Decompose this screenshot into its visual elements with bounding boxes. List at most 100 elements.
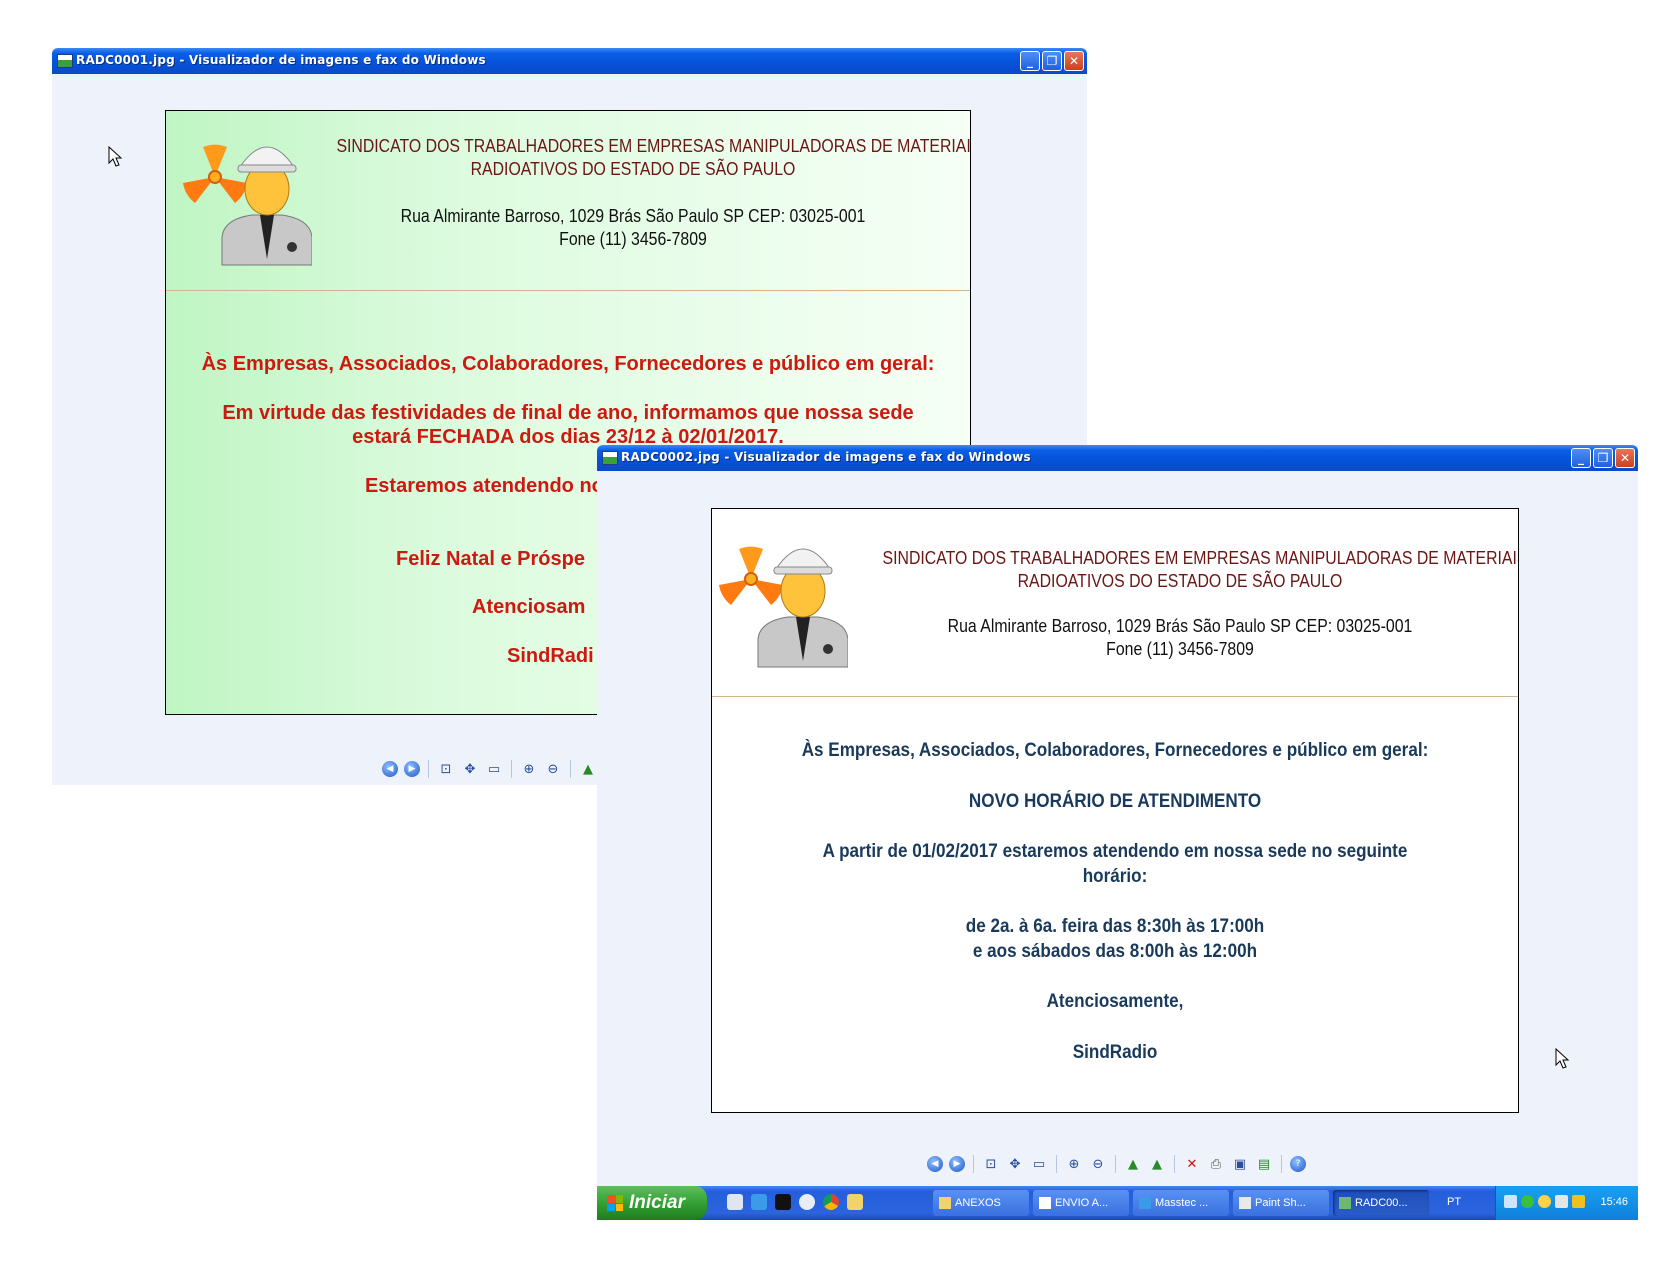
toolbar-separator: [570, 760, 571, 778]
update-icon: [1572, 1195, 1585, 1208]
org-name-line-2: RADIOATIVOS DO ESTADO DE SÃO PAULO: [1017, 571, 1343, 591]
rotate-clockwise-button[interactable]: ▲: [579, 760, 597, 778]
notice-closing: Atenciosamente,: [1046, 991, 1184, 1012]
notice-heading: NOVO HORÁRIO DE ATENDIMENTO: [968, 791, 1262, 812]
window-icon: [1039, 1197, 1051, 1209]
org-name-line-2: RADIOATIVOS DO ESTADO DE SÃO PAULO: [470, 159, 796, 179]
rotate-counterclockwise-button[interactable]: ▲: [1148, 1155, 1166, 1173]
media-player-icon[interactable]: [799, 1194, 815, 1210]
clock[interactable]: 15:46: [1600, 1196, 1628, 1208]
minimize-button[interactable]: _: [1571, 448, 1591, 468]
chrome-icon[interactable]: [823, 1194, 839, 1210]
folder-icon[interactable]: [847, 1194, 863, 1210]
title-bar-2[interactable]: RADC0002.jpg - Visualizador de imagens e…: [597, 445, 1638, 471]
taskbar-item-masstec[interactable]: Masstec ...: [1133, 1190, 1229, 1216]
taskbar-item-paint-shop[interactable]: Paint Sh...: [1233, 1190, 1329, 1216]
taskbar-item-anexos[interactable]: ANEXOS: [933, 1190, 1029, 1216]
title-bar-1[interactable]: RADC0001.jpg - Visualizador de imagens e…: [52, 48, 1087, 74]
network-icon: [1504, 1195, 1517, 1208]
taskbar: Iniciar ANEXOS ENVIO A... Masstec ... Pa…: [597, 1186, 1638, 1220]
help-button[interactable]: ?: [1290, 1156, 1306, 1172]
viewer-toolbar-2: ◀ ▶ ⊡ ✥ ▭ ⊕ ⊖ ▲ ▲ ✕ ⎙ ▣ ▤ ?: [927, 1155, 1306, 1173]
start-button[interactable]: Iniciar: [597, 1186, 707, 1220]
toolbar-separator: [1281, 1155, 1282, 1173]
toolbar-separator: [1174, 1155, 1175, 1173]
zoom-out-button[interactable]: ⊖: [544, 760, 562, 778]
folder-icon: [939, 1197, 951, 1209]
org-address: Rua Almirante Barroso, 1029 Brás São Pau…: [947, 616, 1413, 636]
image-viewer-icon: [602, 451, 618, 465]
start-button-label: Iniciar: [629, 1192, 685, 1213]
language-indicator[interactable]: PT: [1447, 1196, 1461, 1208]
mouse-cursor-icon: [1555, 1048, 1570, 1069]
letterhead: SINDICATO DOS TRABALHADORES EM EMPRESAS …: [712, 509, 1518, 697]
notice-greeting: Às Empresas, Associados, Colaboradores, …: [801, 740, 1429, 761]
best-fit-button[interactable]: ⊡: [982, 1155, 1000, 1173]
org-phone: Fone (11) 3456-7809: [1106, 639, 1254, 659]
next-image-button[interactable]: ▶: [404, 761, 420, 777]
save-button[interactable]: ▣: [1231, 1155, 1249, 1173]
radiation-worker-logo: [719, 546, 848, 668]
taskbar-item-envio[interactable]: ENVIO A...: [1033, 1190, 1129, 1216]
internet-explorer-icon[interactable]: [751, 1194, 767, 1210]
document-image-2: SINDICATO DOS TRABALHADORES EM EMPRESAS …: [711, 508, 1519, 1113]
maximize-button[interactable]: ❐: [1042, 51, 1062, 71]
restore-icon: ❐: [1597, 451, 1609, 465]
toolbar-separator: [1115, 1155, 1116, 1173]
notice-hours-weekdays: de 2a. à 6a. feira das 8:30h às 17:00h: [965, 916, 1265, 937]
maximize-button[interactable]: ❐: [1593, 448, 1613, 468]
internet-explorer-icon: [1139, 1197, 1151, 1209]
minimize-icon: _: [1027, 54, 1033, 68]
toolbar-separator: [428, 760, 429, 778]
viewer-window-2[interactable]: RADC0002.jpg - Visualizador de imagens e…: [597, 445, 1638, 1186]
org-phone: Fone (11) 3456-7809: [559, 229, 707, 249]
command-prompt-icon[interactable]: [775, 1194, 791, 1210]
previous-image-button[interactable]: ◀: [927, 1156, 943, 1172]
toolbar-separator: [973, 1155, 974, 1173]
actual-size-button[interactable]: ✥: [1006, 1155, 1024, 1173]
previous-image-button[interactable]: ◀: [382, 761, 398, 777]
letterhead: SINDICATO DOS TRABALHADORES EM EMPRESAS …: [166, 111, 970, 291]
notice-hours-saturday: e aos sábados das 8:00h às 12:00h: [972, 941, 1258, 962]
window-title-1: RADC0001.jpg - Visualizador de imagens e…: [76, 53, 486, 67]
system-tray: 15:46: [1495, 1186, 1638, 1220]
tray-icons[interactable]: [1504, 1195, 1585, 1208]
notice-paragraph-1-line-1: Em virtude das festividades de final de …: [222, 402, 914, 424]
close-button[interactable]: ✕: [1064, 51, 1084, 71]
viewer-toolbar-1: ◀ ▶ ⊡ ✥ ▭ ⊕ ⊖ ▲: [382, 760, 597, 778]
close-button[interactable]: ✕: [1615, 448, 1635, 468]
volume-icon: [1555, 1195, 1568, 1208]
radiation-worker-logo: [183, 144, 312, 266]
window-title-2: RADC0002.jpg - Visualizador de imagens e…: [621, 450, 1031, 464]
slideshow-button[interactable]: ▭: [485, 760, 503, 778]
zoom-in-button[interactable]: ⊕: [1065, 1155, 1083, 1173]
image-viewer-icon: [57, 54, 73, 68]
delete-button[interactable]: ✕: [1183, 1155, 1201, 1173]
minimize-button[interactable]: _: [1020, 51, 1040, 71]
print-button[interactable]: ⎙: [1207, 1155, 1225, 1173]
messenger-icon: [1538, 1195, 1551, 1208]
toolbar-separator: [1056, 1155, 1057, 1173]
zoom-out-button[interactable]: ⊖: [1089, 1155, 1107, 1173]
settings-icon[interactable]: [727, 1194, 743, 1210]
edit-button[interactable]: ▤: [1255, 1155, 1273, 1173]
best-fit-button[interactable]: ⊡: [437, 760, 455, 778]
quick-launch: [727, 1194, 863, 1210]
paint-icon: [1239, 1197, 1251, 1209]
restore-icon: ❐: [1046, 54, 1058, 68]
org-address: Rua Almirante Barroso, 1029 Brás São Pau…: [400, 206, 866, 226]
org-name-line-1: SINDICATO DOS TRABALHADORES EM EMPRESAS …: [882, 548, 1519, 568]
zoom-in-button[interactable]: ⊕: [520, 760, 538, 778]
antivirus-icon: [1521, 1195, 1534, 1208]
slideshow-button[interactable]: ▭: [1030, 1155, 1048, 1173]
close-icon: ✕: [1068, 54, 1080, 68]
next-image-button[interactable]: ▶: [949, 1156, 965, 1172]
actual-size-button[interactable]: ✥: [461, 760, 479, 778]
toolbar-separator: [511, 760, 512, 778]
image-viewer-icon: [1339, 1197, 1351, 1209]
rotate-clockwise-button[interactable]: ▲: [1124, 1155, 1142, 1173]
taskbar-item-radc[interactable]: RADC00...: [1333, 1190, 1429, 1216]
notice-paragraph-1-line-1: A partir de 01/02/2017 estaremos atenden…: [822, 841, 1408, 862]
windows-logo-icon: [607, 1195, 623, 1211]
notice-greeting: Às Empresas, Associados, Colaboradores, …: [201, 353, 935, 375]
